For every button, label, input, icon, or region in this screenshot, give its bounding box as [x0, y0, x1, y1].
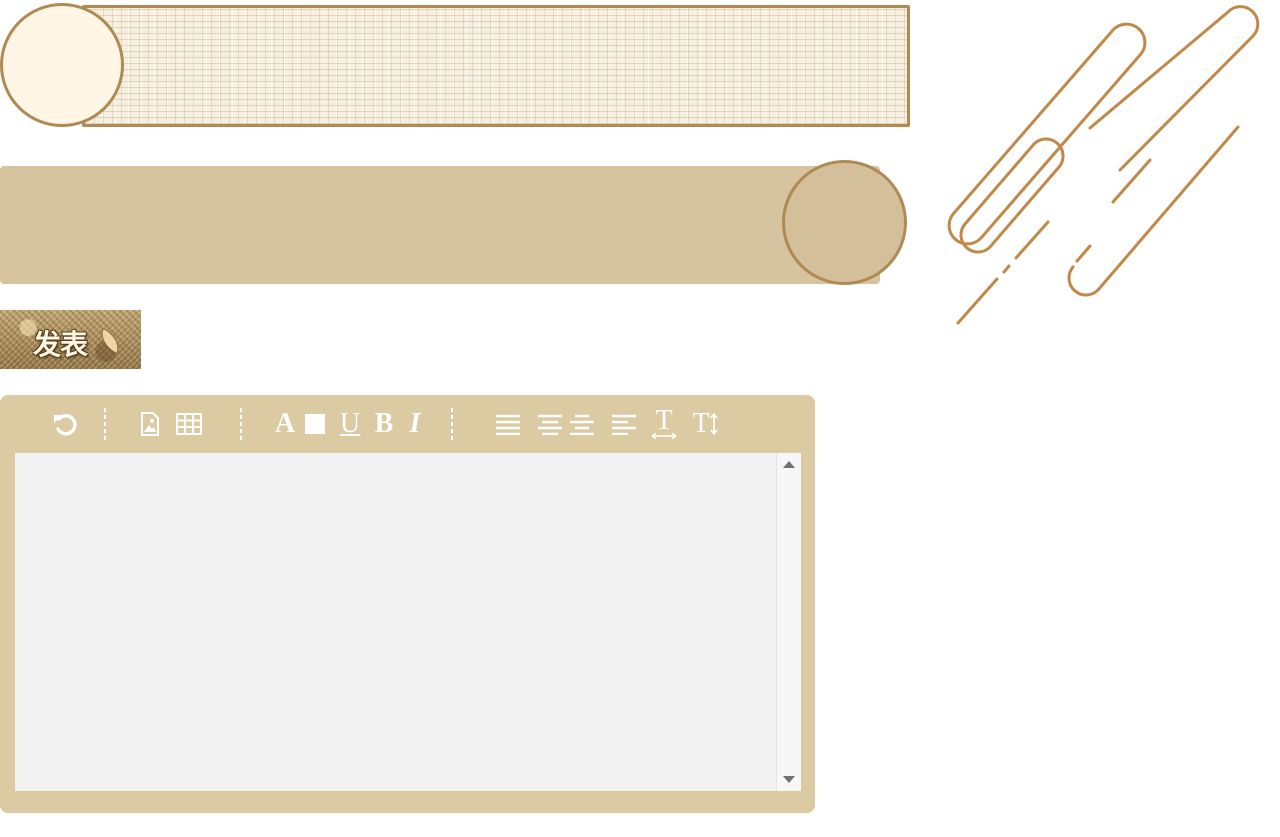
- italic-icon[interactable]: I: [404, 408, 426, 439]
- font-size-icon[interactable]: T: [690, 408, 720, 439]
- toolbar-separator: [104, 408, 106, 442]
- align-center-icon[interactable]: [536, 409, 564, 439]
- toolbar-separator: [451, 408, 453, 442]
- line-height-label: T: [655, 405, 673, 436]
- stripe-line-4: [1111, 158, 1152, 204]
- editor-scrollbar[interactable]: [776, 453, 801, 791]
- decorative-stripes: [947, 5, 1260, 325]
- stripe-dash-1: [1075, 244, 1092, 263]
- bold-icon[interactable]: B: [372, 408, 396, 439]
- underline-label: U: [339, 408, 361, 439]
- scroll-down-icon[interactable]: [783, 776, 795, 783]
- align-center-alt-icon[interactable]: [568, 409, 596, 439]
- toolbar-separator: [240, 408, 242, 442]
- stripe-line-3: [1014, 220, 1050, 260]
- stripe-capsule-2: [959, 137, 1065, 254]
- stripe-capsule-1: [947, 22, 1147, 246]
- mid-banner: [0, 166, 880, 284]
- publish-button[interactable]: 发表: [0, 310, 141, 369]
- scroll-up-icon[interactable]: [783, 461, 795, 468]
- leaf-icon: [95, 327, 125, 355]
- stripe-line-1: [1067, 125, 1240, 297]
- mid-banner-circle: [782, 160, 907, 285]
- editor-toolbar: A U B I T T: [0, 395, 815, 453]
- top-banner: [82, 5, 910, 127]
- font-color-label: A: [274, 408, 296, 439]
- font-color-icon[interactable]: A: [273, 408, 297, 439]
- editor-content-area[interactable]: [15, 453, 801, 791]
- align-left-icon[interactable]: [610, 409, 638, 439]
- stripe-dash-2: [1002, 264, 1011, 274]
- line-height-icon[interactable]: T: [650, 405, 678, 439]
- font-size-label: T: [692, 408, 710, 439]
- italic-label: I: [409, 408, 421, 439]
- image-icon[interactable]: [139, 409, 161, 439]
- stripe-line-2: [956, 277, 999, 325]
- background-color-icon[interactable]: [304, 409, 326, 439]
- align-justify-icon[interactable]: [494, 409, 522, 439]
- stripe-capsule-3: [1088, 5, 1260, 172]
- undo-icon[interactable]: [50, 409, 80, 439]
- rich-text-editor: A U B I T T: [0, 395, 815, 813]
- top-banner-circle: [0, 3, 124, 127]
- table-icon[interactable]: [175, 409, 203, 439]
- underline-icon[interactable]: U: [337, 408, 363, 439]
- publish-label: 发表: [33, 328, 88, 361]
- bold-label: B: [374, 408, 394, 439]
